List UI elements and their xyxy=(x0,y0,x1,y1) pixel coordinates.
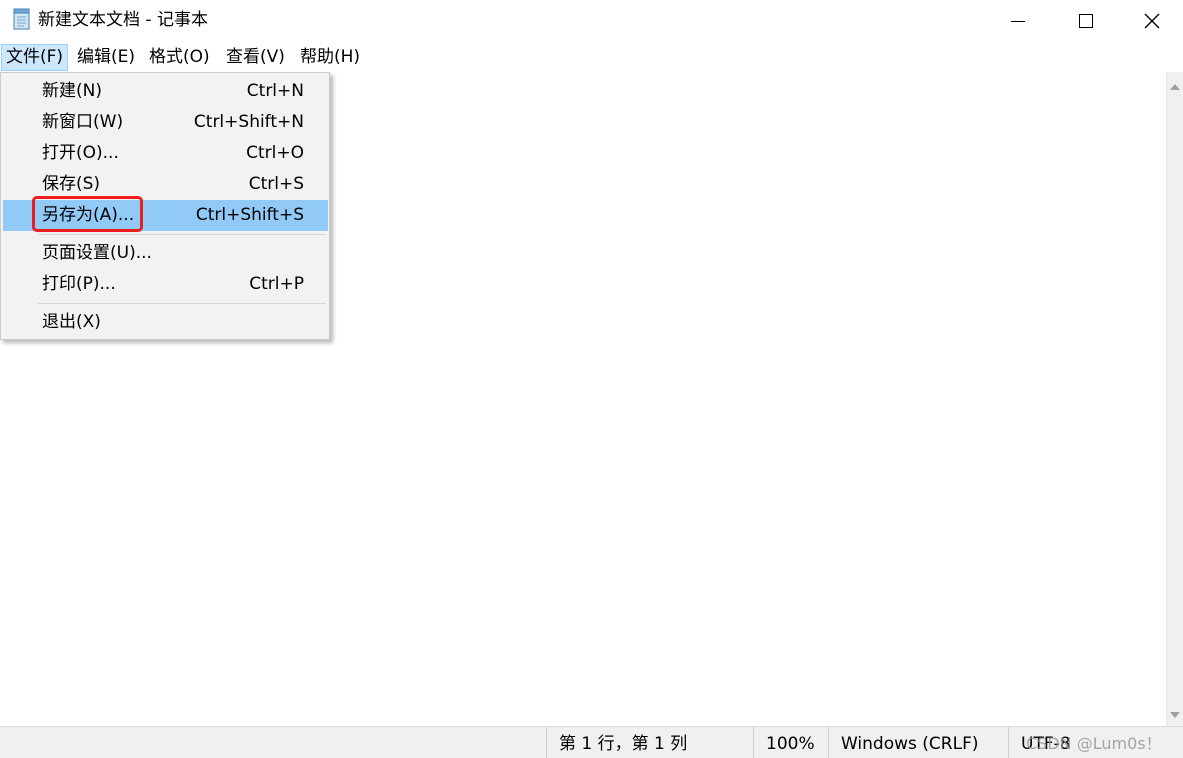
title-bar: 新建文本文档 - 记事本 xyxy=(0,0,1183,42)
menu-bar: 文件(F) 编辑(E) 格式(O) 查看(V) 帮助(H) xyxy=(0,42,1183,73)
minimize-icon xyxy=(1011,20,1025,22)
menu-separator xyxy=(38,303,326,304)
menu-item-label: 打印(P)... xyxy=(42,274,116,294)
status-line-ending: Windows (CRLF) xyxy=(828,727,1008,758)
menu-item-shortcut: Ctrl+O xyxy=(246,143,304,163)
menu-item-open[interactable]: 打开(O)... Ctrl+O xyxy=(3,138,328,169)
menu-item-page-setup[interactable]: 页面设置(U)... xyxy=(3,238,328,269)
close-icon xyxy=(1144,13,1160,29)
status-bar: 第 1 行，第 1 列 100% Windows (CRLF) UTF-8 xyxy=(0,726,1183,758)
menu-item-label: 打开(O)... xyxy=(42,143,119,163)
close-button[interactable] xyxy=(1121,0,1183,42)
notepad-icon xyxy=(12,8,32,30)
menu-format[interactable]: 格式(O) xyxy=(145,44,214,71)
menu-file[interactable]: 文件(F) xyxy=(1,44,69,71)
scroll-down-arrow-icon[interactable] xyxy=(1170,712,1180,718)
menu-help[interactable]: 帮助(H) xyxy=(296,44,364,71)
menu-item-shortcut: Ctrl+S xyxy=(248,174,304,194)
annotation-highlight-box xyxy=(32,196,143,232)
menu-item-new[interactable]: 新建(N) Ctrl+N xyxy=(3,76,328,107)
menu-item-label: 退出(X) xyxy=(42,312,101,332)
menu-item-shortcut: Ctrl+Shift+N xyxy=(193,112,304,132)
menu-item-new-window[interactable]: 新窗口(W) Ctrl+Shift+N xyxy=(3,107,328,138)
vertical-scrollbar[interactable] xyxy=(1166,72,1183,726)
maximize-button[interactable] xyxy=(1051,0,1121,42)
menu-item-print[interactable]: 打印(P)... Ctrl+P xyxy=(3,269,328,300)
minimize-button[interactable] xyxy=(983,0,1053,42)
menu-item-shortcut: Ctrl+P xyxy=(249,274,304,294)
menu-edit[interactable]: 编辑(E) xyxy=(73,44,139,71)
watermark: CSDN @Lum0s！ xyxy=(1026,734,1162,753)
menu-item-label: 新窗口(W) xyxy=(42,112,124,132)
menu-item-shortcut: Ctrl+N xyxy=(246,81,304,101)
notepad-window: 新建文本文档 - 记事本 文件(F) 编辑(E) 格式(O) 查看(V) 帮助(… xyxy=(0,0,1183,758)
status-zoom: 100% xyxy=(753,727,828,758)
menu-separator xyxy=(38,234,326,235)
menu-item-label: 新建(N) xyxy=(42,81,102,101)
menu-view[interactable]: 查看(V) xyxy=(222,44,289,71)
menu-item-shortcut: Ctrl+Shift+S xyxy=(195,205,304,225)
menu-item-exit[interactable]: 退出(X) xyxy=(3,307,328,338)
status-cursor-position: 第 1 行，第 1 列 xyxy=(546,727,754,758)
maximize-icon xyxy=(1079,14,1093,28)
window-title: 新建文本文档 - 记事本 xyxy=(38,10,208,30)
menu-item-label: 页面设置(U)... xyxy=(42,243,152,263)
scroll-up-arrow-icon[interactable] xyxy=(1170,84,1180,90)
